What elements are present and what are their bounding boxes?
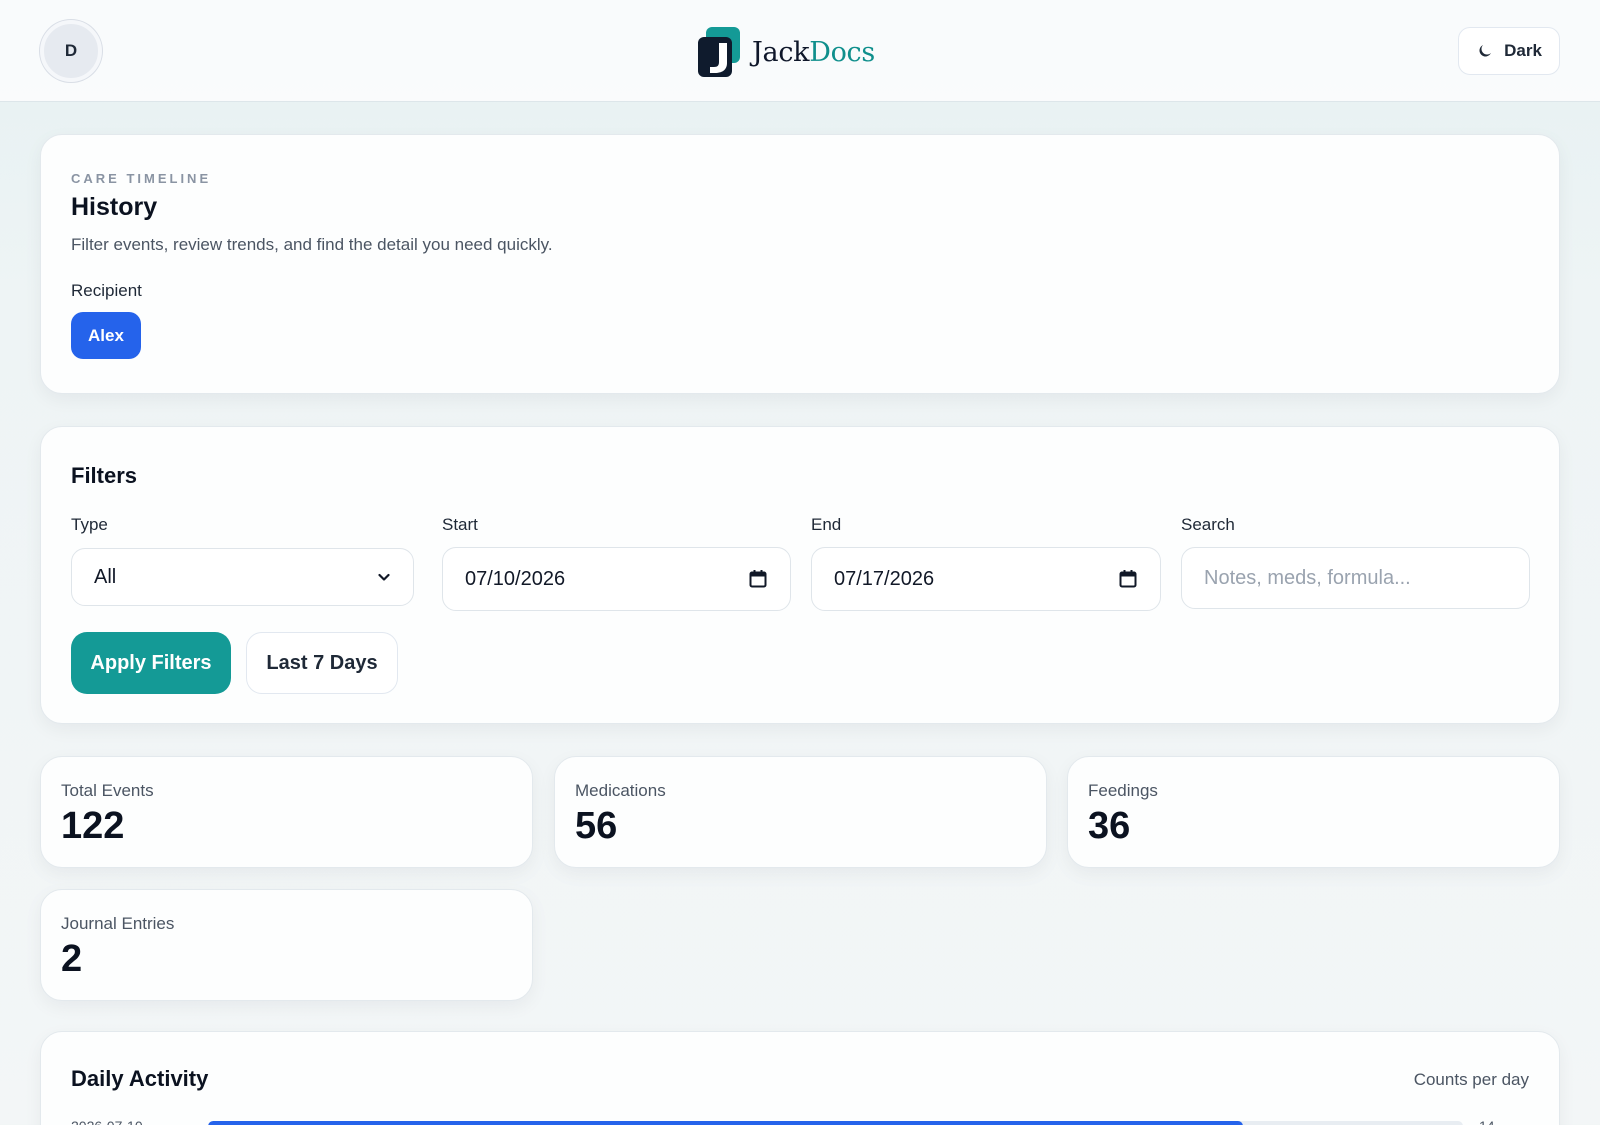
calendar-icon[interactable] bbox=[748, 569, 768, 589]
stat-value: 122 bbox=[61, 805, 125, 847]
top-bar: D JackDocs Dark bbox=[0, 0, 1600, 102]
avatar-initial: D bbox=[64, 41, 78, 60]
daily-activity-subtitle: Counts per day bbox=[1413, 1070, 1529, 1089]
brand-name-part1: Jack bbox=[752, 36, 810, 68]
last-7-days-button[interactable]: Last 7 Days bbox=[246, 632, 398, 694]
stat-label: Journal Entries bbox=[61, 914, 175, 933]
stat-label: Medications bbox=[575, 781, 666, 800]
end-date-value: 07/17/2026 bbox=[834, 567, 935, 590]
start-date-input[interactable]: 07/10/2026 bbox=[442, 547, 791, 611]
dark-mode-label: Dark bbox=[1504, 41, 1542, 60]
stat-value: 56 bbox=[575, 805, 618, 847]
last-7-days-label: Last 7 Days bbox=[266, 651, 378, 674]
stat-card-journal-entries: Journal Entries 2 bbox=[40, 889, 533, 1001]
activity-row-date: 2026-07-10 bbox=[71, 1118, 143, 1125]
jackdocs-logo-icon bbox=[698, 27, 740, 77]
stat-card-feedings: Feedings 36 bbox=[1067, 756, 1560, 868]
page-title: History bbox=[71, 193, 158, 221]
filters-card: Filters Type All Start 07/10/2026 End 07… bbox=[40, 426, 1560, 724]
search-placeholder: Notes, meds, formula... bbox=[1204, 566, 1411, 589]
type-select[interactable]: All bbox=[71, 548, 414, 606]
end-label: End bbox=[811, 515, 842, 534]
brand-logo[interactable]: JackDocs bbox=[698, 26, 875, 78]
daily-activity-card: Daily Activity Counts per day 2026-07-10… bbox=[40, 1031, 1560, 1125]
brand-name-part2: Docs bbox=[809, 36, 875, 68]
dark-mode-button[interactable]: Dark bbox=[1458, 27, 1560, 75]
moon-icon bbox=[1479, 45, 1492, 57]
stat-card-medications: Medications 56 bbox=[554, 756, 1047, 868]
recipient-chip-alex[interactable]: Alex bbox=[71, 312, 141, 359]
start-label: Start bbox=[442, 515, 478, 534]
recipient-chip-label: Alex bbox=[88, 325, 124, 345]
start-date-value: 07/10/2026 bbox=[465, 567, 566, 590]
apply-filters-label: Apply Filters bbox=[90, 651, 212, 674]
activity-row-bar-track bbox=[208, 1121, 1463, 1125]
history-card: CARE TIMELINE History Filter events, rev… bbox=[40, 134, 1560, 394]
stat-label: Total Events bbox=[61, 781, 154, 800]
eyebrow-label: CARE TIMELINE bbox=[71, 171, 212, 186]
calendar-icon[interactable] bbox=[1118, 569, 1138, 589]
type-label: Type bbox=[71, 515, 108, 534]
end-date-input[interactable]: 07/17/2026 bbox=[811, 547, 1161, 611]
recipient-label: Recipient bbox=[71, 281, 142, 300]
type-select-value: All bbox=[94, 565, 117, 588]
daily-activity-title: Daily Activity bbox=[71, 1066, 209, 1091]
apply-filters-button[interactable]: Apply Filters bbox=[71, 632, 231, 694]
page-subtitle: Filter events, review trends, and find t… bbox=[71, 235, 553, 254]
activity-row-bar-fill bbox=[208, 1121, 1244, 1125]
search-label: Search bbox=[1181, 515, 1235, 534]
stat-label: Feedings bbox=[1088, 781, 1158, 800]
avatar[interactable]: D bbox=[40, 20, 102, 82]
search-input[interactable]: Notes, meds, formula... bbox=[1181, 547, 1530, 609]
stat-card-total-events: Total Events 122 bbox=[40, 756, 533, 868]
stat-value: 36 bbox=[1088, 805, 1131, 847]
activity-row-count: 14 bbox=[1479, 1118, 1495, 1125]
stat-value: 2 bbox=[61, 938, 83, 980]
filters-title: Filters bbox=[71, 463, 138, 488]
chevron-down-icon bbox=[378, 573, 390, 581]
brand-name: JackDocs bbox=[752, 37, 875, 68]
